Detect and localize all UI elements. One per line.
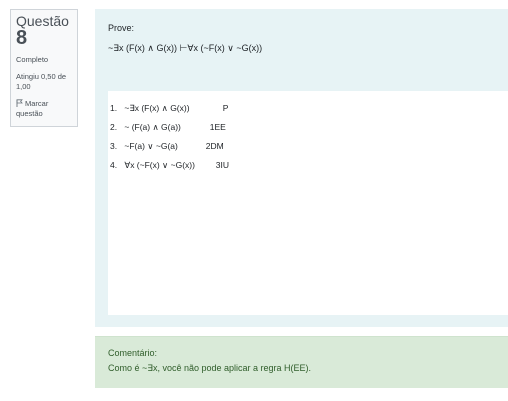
- flag-question-link[interactable]: Marcar questão: [16, 99, 72, 119]
- answer-line: 2. ~ (F(a) ∧ G(a)) 1EE: [110, 122, 226, 133]
- question-state: Completo: [16, 55, 49, 64]
- answer-line: 3. ~F(a) ∨ ~G(a) 2DM: [110, 141, 224, 152]
- line-rule: 3IU: [215, 160, 229, 170]
- line-step: ~ (F(a) ∧ G(a)): [124, 122, 181, 132]
- line-number: 4.: [110, 160, 118, 170]
- feedback-title: Comentário:: [108, 348, 158, 358]
- line-rule: 1EE: [209, 122, 226, 132]
- line-number: 3.: [110, 141, 118, 151]
- prompt-formula: ~∃x (F(x) ∧ G(x)) ⊢∀x (~F(x) ∨ ~G(x)): [108, 43, 263, 53]
- flag-icon: [16, 99, 23, 107]
- answer-line: 4. ∀x (~F(x) ∨ ~G(x)) 3IU: [110, 160, 229, 171]
- line-number: 1.: [110, 103, 118, 113]
- line-step: ∀x (~F(x) ∨ ~G(x)): [124, 160, 195, 170]
- line-rule: 2DM: [205, 141, 224, 151]
- answer-textarea[interactable]: 1. ~∃x (F(x) ∧ G(x)) P 2. ~ (F(a) ∧ G(a)…: [108, 91, 508, 315]
- question-grade: Atingiu 0,50 de 1,00: [16, 72, 67, 91]
- answer-line: 1. ~∃x (F(x) ∧ G(x)) P: [110, 103, 228, 114]
- line-step: ~F(a) ∨ ~G(a): [124, 141, 178, 151]
- feedback-panel: Comentário: Como é ~∃x, você não pode ap…: [95, 336, 508, 388]
- line-rule: P: [222, 103, 229, 113]
- question-number: 8: [16, 27, 28, 49]
- line-step: ~∃x (F(x) ∧ G(x)): [124, 103, 190, 113]
- question-formulation: Prove: ~∃x (F(x) ∧ G(x)) ⊢∀x (~F(x) ∨ ~G…: [95, 9, 508, 327]
- feedback-text: Como é ~∃x, você não pode aplicar a regr…: [108, 363, 312, 373]
- quiz-question-page: Questão 8 Completo Atingiu 0,50 de 1,00 …: [0, 0, 508, 401]
- line-number: 2.: [110, 122, 118, 132]
- question-info-card: Questão 8 Completo Atingiu 0,50 de 1,00 …: [10, 9, 78, 127]
- prompt-title: Prove:: [108, 23, 135, 33]
